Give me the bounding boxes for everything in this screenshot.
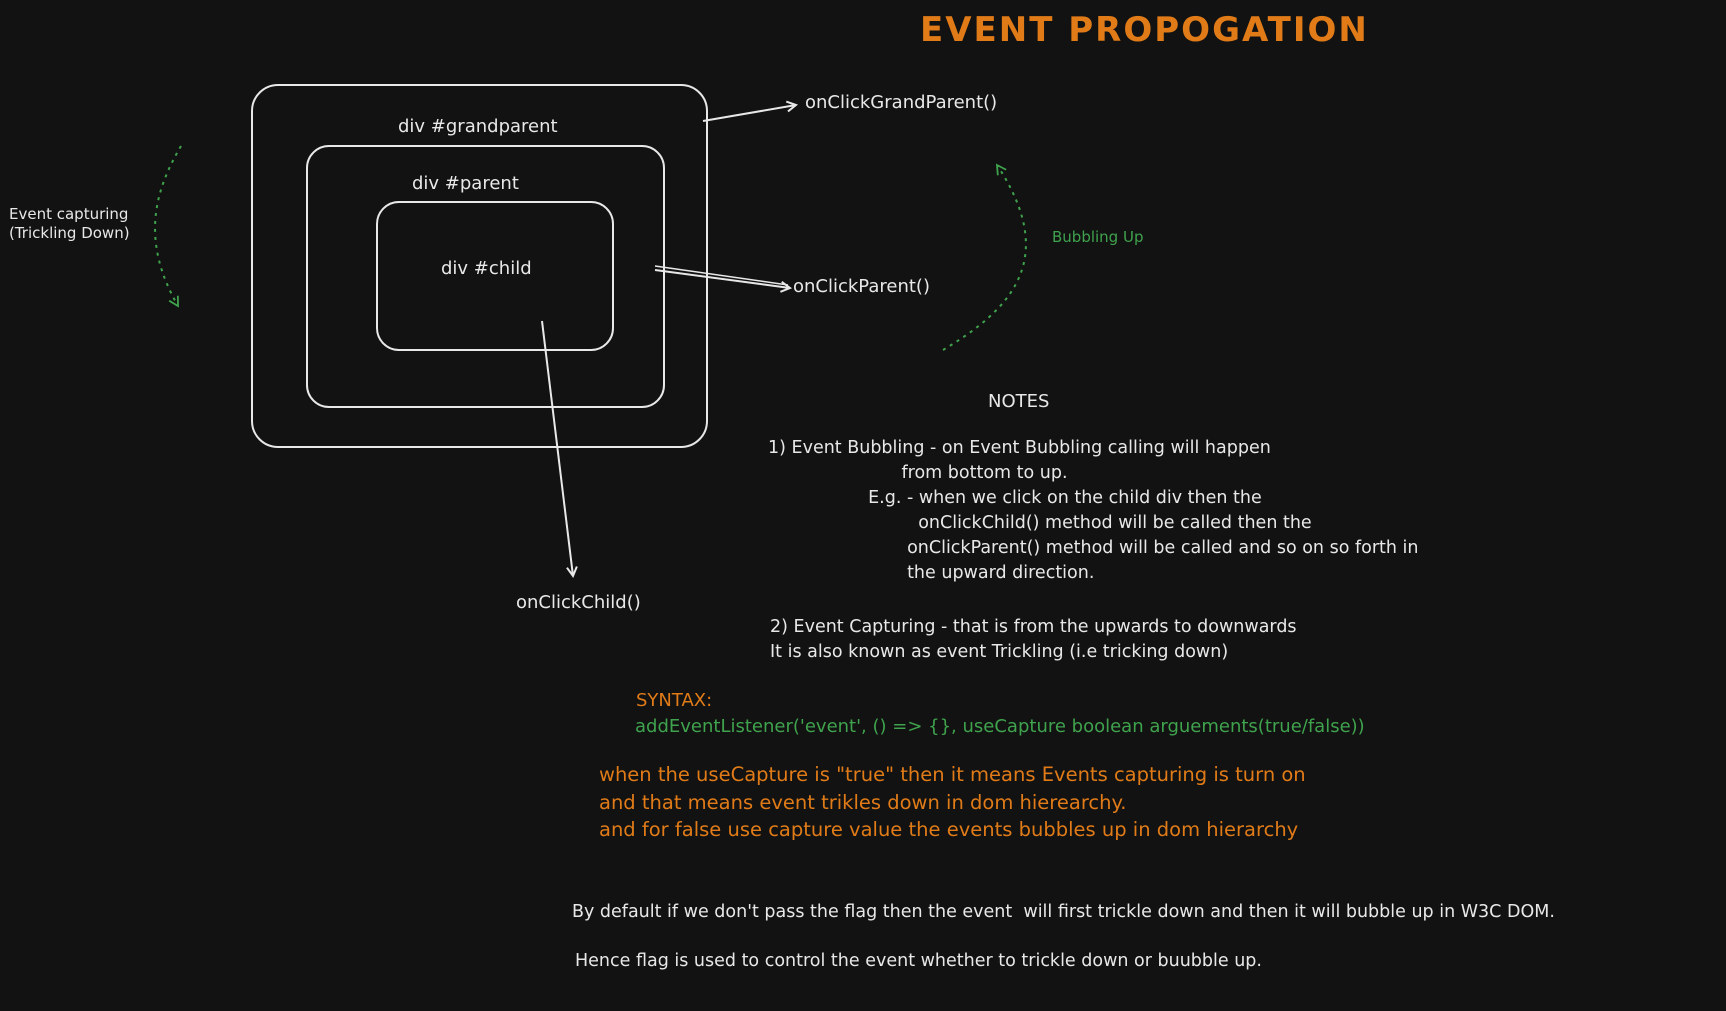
capturing-label: Event capturing (Trickling Down) — [9, 205, 130, 242]
page-title: EVENT PROPOGATION — [920, 10, 1369, 50]
default-behaviour-note: By default if we don't pass the flag the… — [572, 902, 1555, 922]
grandparent-label: div #grandparent — [398, 116, 558, 137]
parent-handler-arrow-second-stroke — [654, 265, 789, 286]
grandparent-handler-arrow — [702, 105, 796, 122]
parent-handler-arrow — [654, 269, 790, 288]
bubbling-label: Bubbling Up — [1052, 228, 1144, 246]
note-event-bubbling: 1) Event Bubbling - on Event Bubbling ca… — [768, 438, 1419, 583]
usecapture-explanation: when the useCapture is "true" then it me… — [599, 763, 1306, 841]
note-event-capturing: 2) Event Capturing - that is from the up… — [770, 617, 1297, 662]
syntax-label: SYNTAX: — [636, 690, 713, 711]
parent-label: div #parent — [412, 173, 519, 194]
capturing-arrow — [154, 145, 182, 308]
child-handler-arrow — [541, 320, 573, 576]
parent-handler: onClickParent() — [793, 276, 930, 297]
flag-note: Hence flag is used to control the event … — [575, 951, 1262, 971]
child-label: div #child — [441, 258, 532, 279]
grandparent-handler: onClickGrandParent() — [805, 92, 998, 113]
bubbling-arrow — [942, 163, 1027, 351]
notes-heading: NOTES — [988, 391, 1050, 412]
syntax-code: addEventListener('event', () => {}, useC… — [635, 716, 1365, 737]
child-handler: onClickChild() — [516, 592, 641, 613]
